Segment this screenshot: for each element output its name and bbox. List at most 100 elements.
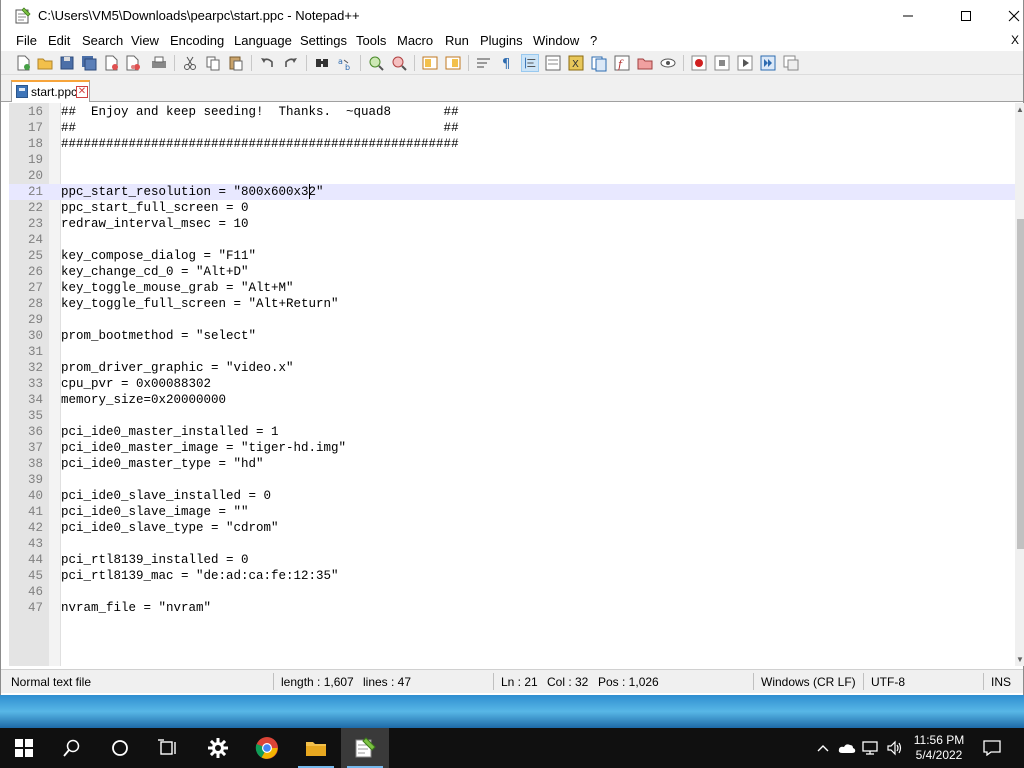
status-encoding[interactable]: UTF-8: [871, 675, 905, 689]
editor-line[interactable]: 24: [9, 232, 1015, 248]
editor-line[interactable]: 38 pci_ide0_master_type = "hd": [9, 456, 1015, 472]
minimize-button[interactable]: [885, 0, 931, 31]
cut-icon[interactable]: [181, 54, 199, 72]
taskbar-notepadpp-button[interactable]: [341, 728, 389, 768]
save-macro-icon[interactable]: [782, 54, 800, 72]
editor-line[interactable]: 46: [9, 584, 1015, 600]
save-icon[interactable]: [58, 54, 76, 72]
editor-line[interactable]: 16 ## Enjoy and keep seeding! Thanks. ~qu…: [9, 104, 1015, 120]
taskbar-chrome-button[interactable]: [243, 728, 291, 768]
cortana-button[interactable]: [96, 728, 144, 768]
close-button[interactable]: [991, 0, 1024, 31]
close-all-icon[interactable]: [124, 54, 142, 72]
editor-line[interactable]: 40 pci_ide0_slave_installed = 0: [9, 488, 1015, 504]
editor-line[interactable]: 41 pci_ide0_slave_image = "": [9, 504, 1015, 520]
vertical-scrollbar[interactable]: ▲ ▼: [1015, 103, 1024, 666]
stop-macro-icon[interactable]: [713, 54, 731, 72]
network-tray[interactable]: [860, 728, 882, 768]
status-insert-mode[interactable]: INS: [991, 675, 1011, 689]
menu-language[interactable]: Language: [234, 33, 292, 48]
menu-encoding[interactable]: Encoding: [170, 33, 224, 48]
editor-line[interactable]: 21 ppc_start_resolution = "800x600x32": [9, 184, 1015, 200]
title-bar[interactable]: C:\Users\VM5\Downloads\pearpc\start.ppc …: [1, 0, 1023, 31]
menu-help[interactable]: ?: [590, 33, 597, 48]
editor-line[interactable]: 23 redraw_interval_msec = 10: [9, 216, 1015, 232]
editor-line[interactable]: 19: [9, 152, 1015, 168]
doc-map-icon[interactable]: X: [567, 54, 585, 72]
play-macro-icon[interactable]: [736, 54, 754, 72]
editor-line[interactable]: 32 prom_driver_graphic = "video.x": [9, 360, 1015, 376]
editor-line[interactable]: 33 cpu_pvr = 0x00088302: [9, 376, 1015, 392]
editor-line[interactable]: 42 pci_ide0_slave_type = "cdrom": [9, 520, 1015, 536]
sync-vertical-icon[interactable]: [421, 54, 439, 72]
print-icon[interactable]: [150, 54, 168, 72]
close-document-button[interactable]: X: [1011, 33, 1019, 47]
taskbar-clock[interactable]: 11:56 PM 5/4/2022: [905, 733, 973, 763]
menu-plugins[interactable]: Plugins: [480, 33, 523, 48]
editor-line[interactable]: 26 key_change_cd_0 = "Alt+D": [9, 264, 1015, 280]
close-icon[interactable]: [102, 54, 120, 72]
scrollbar-thumb[interactable]: [1017, 219, 1024, 549]
record-macro-icon[interactable]: [690, 54, 708, 72]
editor-line[interactable]: 44 pci_rtl8139_installed = 0: [9, 552, 1015, 568]
editor-line[interactable]: 17 ## ##: [9, 120, 1015, 136]
menu-search[interactable]: Search: [82, 33, 123, 48]
show-all-chars-icon[interactable]: ¶: [498, 54, 516, 72]
menu-view[interactable]: View: [131, 33, 159, 48]
save-all-icon[interactable]: [80, 54, 98, 72]
find-icon[interactable]: [313, 54, 331, 72]
menu-tools[interactable]: Tools: [356, 33, 386, 48]
volume-tray[interactable]: [884, 728, 906, 768]
editor-line[interactable]: 45 pci_rtl8139_mac = "de:ad:ca:fe:12:35": [9, 568, 1015, 584]
scroll-up-arrow-icon[interactable]: ▲: [1016, 105, 1024, 114]
editor-line[interactable]: 18 ######################################…: [9, 136, 1015, 152]
eye-icon[interactable]: [659, 54, 677, 72]
copy-icon[interactable]: [204, 54, 222, 72]
indent-guide-icon[interactable]: [521, 54, 539, 72]
status-eol[interactable]: Windows (CR LF): [761, 675, 856, 689]
replace-icon[interactable]: ab: [336, 54, 354, 72]
action-center-button[interactable]: [978, 728, 1006, 768]
editor-line[interactable]: 29: [9, 312, 1015, 328]
tab-close-icon[interactable]: ✕: [76, 86, 88, 98]
open-file-icon[interactable]: [36, 54, 54, 72]
onedrive-tray[interactable]: [836, 728, 858, 768]
scroll-down-arrow-icon[interactable]: ▼: [1016, 655, 1024, 664]
taskbar-settings-button[interactable]: [194, 728, 242, 768]
run-macro-multiple-icon[interactable]: [759, 54, 777, 72]
editor-line[interactable]: 22 ppc_start_full_screen = 0: [9, 200, 1015, 216]
zoom-out-icon[interactable]: [390, 54, 408, 72]
word-wrap-icon[interactable]: [475, 54, 493, 72]
taskbar-search-button[interactable]: [48, 728, 96, 768]
menu-settings[interactable]: Settings: [300, 33, 347, 48]
sync-horizontal-icon[interactable]: [444, 54, 462, 72]
editor-line[interactable]: 28 key_toggle_full_screen = "Alt+Return": [9, 296, 1015, 312]
editor-line[interactable]: 20: [9, 168, 1015, 184]
maximize-button[interactable]: [943, 0, 989, 31]
editor-area[interactable]: 16 ## Enjoy and keep seeding! Thanks. ~qu…: [9, 103, 1024, 666]
redo-icon[interactable]: [282, 54, 300, 72]
monitoring-icon[interactable]: [636, 54, 654, 72]
editor-line[interactable]: 27 key_toggle_mouse_grab = "Alt+M": [9, 280, 1015, 296]
editor-line[interactable]: 36 pci_ide0_master_installed = 1: [9, 424, 1015, 440]
menu-file[interactable]: File: [16, 33, 37, 48]
zoom-in-icon[interactable]: [367, 54, 385, 72]
udl-icon[interactable]: [544, 54, 562, 72]
paste-icon[interactable]: [227, 54, 245, 72]
editor-line[interactable]: 43: [9, 536, 1015, 552]
taskbar-file-explorer-button[interactable]: [292, 728, 340, 768]
editor-line[interactable]: 35: [9, 408, 1015, 424]
task-view-button[interactable]: [144, 728, 192, 768]
new-file-icon[interactable]: [14, 54, 32, 72]
editor-line[interactable]: 47 nvram_file = "nvram": [9, 600, 1015, 616]
editor-line[interactable]: 37 pci_ide0_master_image = "tiger-hd.img": [9, 440, 1015, 456]
editor-line[interactable]: 39: [9, 472, 1015, 488]
undo-icon[interactable]: [258, 54, 276, 72]
editor-line[interactable]: 31: [9, 344, 1015, 360]
function-list-icon[interactable]: [590, 54, 608, 72]
menu-window[interactable]: Window: [533, 33, 579, 48]
editor-line[interactable]: 25 key_compose_dialog = "F11": [9, 248, 1015, 264]
menu-run[interactable]: Run: [445, 33, 469, 48]
editor-line[interactable]: 30 prom_bootmethod = "select": [9, 328, 1015, 344]
menu-edit[interactable]: Edit: [48, 33, 70, 48]
